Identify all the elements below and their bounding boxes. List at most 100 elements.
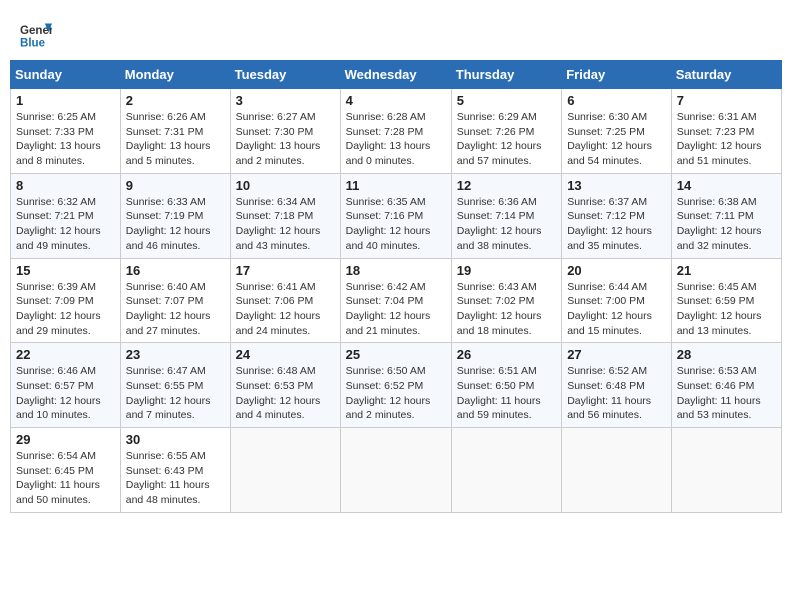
- calendar-cell: [340, 428, 451, 513]
- day-info: Sunrise: 6:54 AM Sunset: 6:45 PM Dayligh…: [16, 449, 115, 508]
- weekday-header-row: SundayMondayTuesdayWednesdayThursdayFrid…: [11, 61, 782, 89]
- calendar-cell: 27Sunrise: 6:52 AM Sunset: 6:48 PM Dayli…: [562, 343, 672, 428]
- day-number: 5: [457, 93, 556, 108]
- calendar-cell: 23 Sunrise: 6:47 AM Sunset: 6:55 PM Dayli…: [120, 343, 230, 428]
- calendar-cell: 13 Sunrise: 6:37 AM Sunset: 7:12 PM Dayli…: [562, 173, 672, 258]
- day-number: 11: [346, 178, 446, 193]
- day-info: Sunrise: 6:29 AM Sunset: 7:26 PM Dayligh…: [457, 110, 556, 169]
- day-number: 16: [126, 263, 225, 278]
- day-number: 26: [457, 347, 556, 362]
- calendar-cell: 5 Sunrise: 6:29 AM Sunset: 7:26 PM Daylig…: [451, 89, 561, 174]
- day-number: 30: [126, 432, 225, 447]
- day-number: 13: [567, 178, 666, 193]
- logo-icon: General Blue: [20, 20, 52, 52]
- day-number: 22: [16, 347, 115, 362]
- day-info: Sunrise: 6:48 AM Sunset: 6:53 PM Dayligh…: [236, 364, 335, 423]
- day-info: Sunrise: 6:40 AM Sunset: 7:07 PM Dayligh…: [126, 280, 225, 339]
- calendar-cell: 8 Sunrise: 6:32 AM Sunset: 7:21 PM Daylig…: [11, 173, 121, 258]
- calendar-cell: 29 Sunrise: 6:54 AM Sunset: 6:45 PM Dayli…: [11, 428, 121, 513]
- calendar-cell: 7Sunrise: 6:31 AM Sunset: 7:23 PM Daylig…: [671, 89, 781, 174]
- calendar-week-3: 15 Sunrise: 6:39 AM Sunset: 7:09 PM Dayli…: [11, 258, 782, 343]
- calendar-cell: 20Sunrise: 6:44 AM Sunset: 7:00 PM Dayli…: [562, 258, 672, 343]
- day-number: 9: [126, 178, 225, 193]
- day-info: Sunrise: 6:31 AM Sunset: 7:23 PM Dayligh…: [677, 110, 776, 169]
- calendar-cell: 22Sunrise: 6:46 AM Sunset: 6:57 PM Dayli…: [11, 343, 121, 428]
- day-info: Sunrise: 6:32 AM Sunset: 7:21 PM Dayligh…: [16, 195, 115, 254]
- day-info: Sunrise: 6:50 AM Sunset: 6:52 PM Dayligh…: [346, 364, 446, 423]
- calendar-week-4: 22Sunrise: 6:46 AM Sunset: 6:57 PM Dayli…: [11, 343, 782, 428]
- day-number: 14: [677, 178, 776, 193]
- calendar-cell: [451, 428, 561, 513]
- day-info: Sunrise: 6:55 AM Sunset: 6:43 PM Dayligh…: [126, 449, 225, 508]
- day-number: 12: [457, 178, 556, 193]
- day-info: Sunrise: 6:25 AM Sunset: 7:33 PM Dayligh…: [16, 110, 115, 169]
- day-number: 2: [126, 93, 225, 108]
- header: General Blue: [10, 10, 782, 60]
- day-info: Sunrise: 6:38 AM Sunset: 7:11 PM Dayligh…: [677, 195, 776, 254]
- svg-text:Blue: Blue: [20, 38, 46, 50]
- day-number: 28: [677, 347, 776, 362]
- day-info: Sunrise: 6:35 AM Sunset: 7:16 PM Dayligh…: [346, 195, 446, 254]
- weekday-header-saturday: Saturday: [671, 61, 781, 89]
- day-number: 20: [567, 263, 666, 278]
- calendar: SundayMondayTuesdayWednesdayThursdayFrid…: [10, 60, 782, 513]
- day-info: Sunrise: 6:47 AM Sunset: 6:55 PM Dayligh…: [126, 364, 225, 423]
- calendar-cell: 28 Sunrise: 6:53 AM Sunset: 6:46 PM Dayli…: [671, 343, 781, 428]
- calendar-cell: 4Sunrise: 6:28 AM Sunset: 7:28 PM Daylig…: [340, 89, 451, 174]
- day-info: Sunrise: 6:30 AM Sunset: 7:25 PM Dayligh…: [567, 110, 666, 169]
- weekday-header-wednesday: Wednesday: [340, 61, 451, 89]
- calendar-cell: 10 Sunrise: 6:34 AM Sunset: 7:18 PM Dayli…: [230, 173, 340, 258]
- day-number: 17: [236, 263, 335, 278]
- day-info: Sunrise: 6:33 AM Sunset: 7:19 PM Dayligh…: [126, 195, 225, 254]
- calendar-cell: 6 Sunrise: 6:30 AM Sunset: 7:25 PM Daylig…: [562, 89, 672, 174]
- calendar-cell: 11 Sunrise: 6:35 AM Sunset: 7:16 PM Dayli…: [340, 173, 451, 258]
- calendar-cell: 19 Sunrise: 6:43 AM Sunset: 7:02 PM Dayli…: [451, 258, 561, 343]
- weekday-header-tuesday: Tuesday: [230, 61, 340, 89]
- day-number: 3: [236, 93, 335, 108]
- day-number: 23: [126, 347, 225, 362]
- day-number: 6: [567, 93, 666, 108]
- calendar-cell: 24Sunrise: 6:48 AM Sunset: 6:53 PM Dayli…: [230, 343, 340, 428]
- logo: General Blue: [20, 20, 52, 52]
- day-info: Sunrise: 6:36 AM Sunset: 7:14 PM Dayligh…: [457, 195, 556, 254]
- day-info: Sunrise: 6:43 AM Sunset: 7:02 PM Dayligh…: [457, 280, 556, 339]
- weekday-header-friday: Friday: [562, 61, 672, 89]
- day-info: Sunrise: 6:28 AM Sunset: 7:28 PM Dayligh…: [346, 110, 446, 169]
- day-number: 25: [346, 347, 446, 362]
- day-number: 10: [236, 178, 335, 193]
- day-info: Sunrise: 6:34 AM Sunset: 7:18 PM Dayligh…: [236, 195, 335, 254]
- day-number: 29: [16, 432, 115, 447]
- day-info: Sunrise: 6:45 AM Sunset: 6:59 PM Dayligh…: [677, 280, 776, 339]
- calendar-cell: 1 Sunrise: 6:25 AM Sunset: 7:33 PM Daylig…: [11, 89, 121, 174]
- day-info: Sunrise: 6:26 AM Sunset: 7:31 PM Dayligh…: [126, 110, 225, 169]
- calendar-cell: [562, 428, 672, 513]
- day-number: 8: [16, 178, 115, 193]
- day-number: 19: [457, 263, 556, 278]
- day-info: Sunrise: 6:39 AM Sunset: 7:09 PM Dayligh…: [16, 280, 115, 339]
- calendar-week-5: 29 Sunrise: 6:54 AM Sunset: 6:45 PM Dayli…: [11, 428, 782, 513]
- calendar-cell: 18 Sunrise: 6:42 AM Sunset: 7:04 PM Dayli…: [340, 258, 451, 343]
- day-info: Sunrise: 6:37 AM Sunset: 7:12 PM Dayligh…: [567, 195, 666, 254]
- calendar-cell: 15 Sunrise: 6:39 AM Sunset: 7:09 PM Dayli…: [11, 258, 121, 343]
- day-number: 15: [16, 263, 115, 278]
- calendar-cell: 30 Sunrise: 6:55 AM Sunset: 6:43 PM Dayli…: [120, 428, 230, 513]
- weekday-header-thursday: Thursday: [451, 61, 561, 89]
- day-info: Sunrise: 6:42 AM Sunset: 7:04 PM Dayligh…: [346, 280, 446, 339]
- day-info: Sunrise: 6:51 AM Sunset: 6:50 PM Dayligh…: [457, 364, 556, 423]
- day-number: 21: [677, 263, 776, 278]
- calendar-cell: [671, 428, 781, 513]
- calendar-cell: 3Sunrise: 6:27 AM Sunset: 7:30 PM Daylig…: [230, 89, 340, 174]
- calendar-cell: 21 Sunrise: 6:45 AM Sunset: 6:59 PM Dayli…: [671, 258, 781, 343]
- day-number: 18: [346, 263, 446, 278]
- calendar-week-2: 8 Sunrise: 6:32 AM Sunset: 7:21 PM Daylig…: [11, 173, 782, 258]
- calendar-cell: 16 Sunrise: 6:40 AM Sunset: 7:07 PM Dayli…: [120, 258, 230, 343]
- calendar-cell: 26 Sunrise: 6:51 AM Sunset: 6:50 PM Dayli…: [451, 343, 561, 428]
- calendar-cell: [230, 428, 340, 513]
- calendar-week-1: 1 Sunrise: 6:25 AM Sunset: 7:33 PM Daylig…: [11, 89, 782, 174]
- calendar-cell: 9 Sunrise: 6:33 AM Sunset: 7:19 PM Daylig…: [120, 173, 230, 258]
- weekday-header-monday: Monday: [120, 61, 230, 89]
- day-info: Sunrise: 6:53 AM Sunset: 6:46 PM Dayligh…: [677, 364, 776, 423]
- day-number: 27: [567, 347, 666, 362]
- day-number: 1: [16, 93, 115, 108]
- calendar-cell: 2 Sunrise: 6:26 AM Sunset: 7:31 PM Daylig…: [120, 89, 230, 174]
